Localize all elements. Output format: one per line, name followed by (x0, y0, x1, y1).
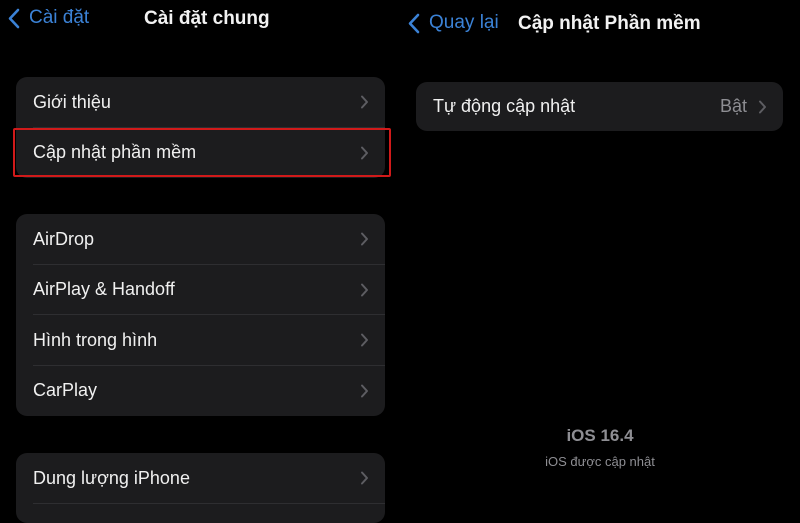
chevron-right-icon (361, 232, 368, 246)
settings-item-software-update[interactable]: Cập nhật phần mềm (16, 128, 385, 179)
item-label: Giới thiệu (33, 91, 111, 112)
settings-group-about: Giới thiệu Cập nhật phần mềm (16, 77, 385, 178)
settings-item-carplay[interactable]: CarPlay (16, 366, 385, 417)
update-status: iOS được cập nhật (545, 454, 655, 469)
settings-group-storage: Dung lượng iPhone (16, 453, 385, 523)
settings-item-airplay-handoff[interactable]: AirPlay & Handoff (16, 265, 385, 315)
item-label: CarPlay (33, 380, 98, 401)
back-button[interactable]: Quay lại (408, 12, 499, 34)
version-info: iOS 16.4 iOS được cập nhật (400, 426, 800, 469)
settings-item-picture-in-picture[interactable]: Hình trong hình (16, 315, 385, 366)
settings-item-about[interactable]: Giới thiệu (16, 77, 385, 128)
chevron-right-icon (361, 146, 368, 160)
item-label: Tự động cập nhật (433, 96, 576, 116)
ios-version: iOS 16.4 (566, 426, 634, 445)
settings-group-connectivity: AirDrop AirPlay & Handoff Hình trong hìn… (16, 214, 385, 416)
item-label: AirPlay & Handoff (33, 279, 175, 300)
item-label: Hình trong hình (33, 329, 158, 350)
chevron-right-icon (759, 100, 766, 113)
software-update-screen: Quay lại Cập nhật Phần mềm Tự động cập n… (400, 0, 800, 504)
settings-item-airdrop[interactable]: AirDrop (16, 214, 385, 265)
item-label: Cập nhật phần mềm (33, 142, 197, 163)
settings-group-auto-update: Tự động cập nhật Bật (416, 82, 783, 131)
item-label: AirDrop (33, 228, 95, 249)
page-title: Cài đặt chung (144, 8, 270, 29)
chevron-right-icon (361, 333, 368, 347)
back-button-settings[interactable]: Cài đặt (8, 7, 89, 29)
chevron-right-icon (361, 95, 368, 109)
settings-item-automatic-updates[interactable]: Tự động cập nhật Bật (416, 82, 783, 131)
chevron-right-icon (361, 471, 368, 485)
general-settings-screen: Cài đặt Cài đặt chung Giới thiệu Cập nhậ… (0, 0, 400, 523)
chevron-left-icon (408, 13, 420, 33)
back-label: Cài đặt (29, 7, 90, 28)
page-title: Cập nhật Phần mềm (518, 13, 701, 34)
item-value: Bật (719, 96, 747, 116)
chevron-left-icon (8, 8, 20, 28)
back-label: Quay lại (429, 12, 499, 33)
divider (33, 502, 385, 504)
chevron-right-icon (361, 283, 368, 297)
item-label: Dung lượng iPhone (33, 467, 190, 488)
settings-item-iphone-storage[interactable]: Dung lượng iPhone (16, 453, 385, 504)
chevron-right-icon (361, 384, 368, 398)
